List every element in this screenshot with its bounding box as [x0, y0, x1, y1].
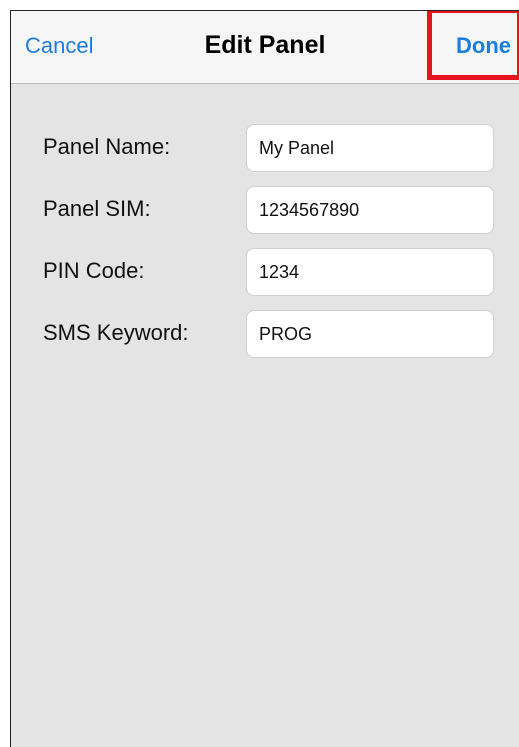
app-screen: Cancel Edit Panel Done Panel Name: Panel…: [10, 10, 519, 747]
panel-sim-field[interactable]: [246, 186, 494, 234]
panel-name-row: Panel Name:: [11, 124, 519, 186]
panel-name-label: Panel Name:: [43, 134, 171, 159]
edit-panel-form: Panel Name: Panel SIM: PIN Code: SMS Key…: [11, 124, 519, 372]
sms-keyword-row: SMS Keyword:: [11, 310, 519, 372]
sms-keyword-field[interactable]: [246, 310, 494, 358]
panel-sim-row: Panel SIM:: [11, 186, 519, 248]
done-button[interactable]: Done: [456, 33, 511, 59]
panel-sim-label: Panel SIM:: [43, 196, 151, 221]
page-title: Edit Panel: [204, 31, 326, 59]
pin-code-row: PIN Code:: [11, 248, 519, 310]
pin-code-field[interactable]: [246, 248, 494, 296]
navigation-bar: Cancel Edit Panel Done: [11, 11, 519, 84]
pin-code-label: PIN Code:: [43, 258, 145, 283]
panel-name-field[interactable]: [246, 124, 494, 172]
sms-keyword-label: SMS Keyword:: [43, 320, 189, 345]
